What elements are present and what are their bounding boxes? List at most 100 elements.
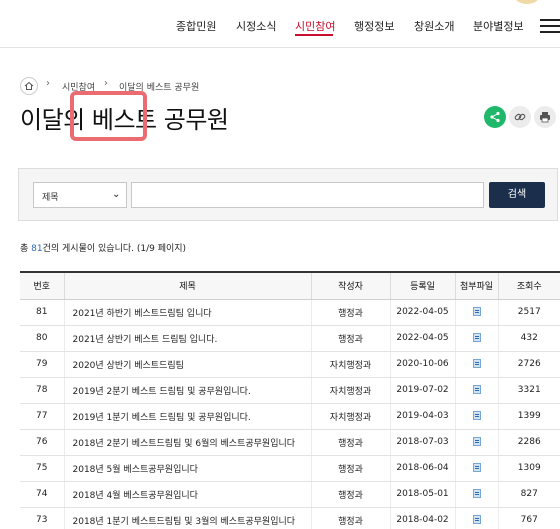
- search-panel: 제목 ⌄ 검색: [18, 168, 558, 221]
- attachment-file-icon[interactable]: [472, 307, 481, 316]
- post-title-link[interactable]: 2018년 2분기 베스트드림팀 및 6월의 베스트공무원입니다: [63, 429, 311, 456]
- row-date: 2020-10-06: [389, 351, 455, 378]
- post-title-link[interactable]: 2019년 2분기 베스트 드림팀 및 공무원입니다.: [63, 377, 311, 404]
- search-field-select[interactable]: 제목 ⌄: [33, 182, 127, 208]
- column-header-writer: 작성자: [310, 271, 390, 300]
- attachment-file-icon[interactable]: [472, 463, 481, 472]
- row-number: 79: [20, 351, 64, 378]
- table-row[interactable]: 78 2019년 2분기 베스트 드림팀 및 공무원입니다. 자치행정과 201…: [20, 377, 560, 404]
- column-header-date: 등록일: [389, 271, 455, 300]
- nav-item-civil-service[interactable]: 종합민원: [176, 18, 216, 34]
- table-row[interactable]: 74 2018년 4월 베스트공무원입니다 행정과 2018-05-01 827: [20, 481, 560, 508]
- row-views: 1309: [497, 455, 560, 482]
- table-row[interactable]: 73 2018년 1분기 베스트드림팀 및 3월의 베스트공무원입니다 행정과 …: [20, 507, 560, 529]
- row-writer: 행정과: [310, 481, 390, 508]
- post-title-link[interactable]: 2021년 하반기 베스트드림팀 입니다: [63, 299, 311, 326]
- breadcrumb-separator-icon: ›: [104, 78, 108, 89]
- row-writer: 행정과: [310, 455, 390, 482]
- attachment-file-icon[interactable]: [472, 359, 481, 368]
- table-row[interactable]: 75 2018년 5월 베스트공무원입니다 행정과 2018-06-04 130…: [20, 455, 560, 482]
- row-number: 77: [20, 403, 64, 430]
- post-title-link[interactable]: 2018년 1분기 베스트드림팀 및 3월의 베스트공무원입니다: [63, 507, 311, 529]
- row-date: 2019-07-02: [389, 377, 455, 404]
- nav-item-city-news[interactable]: 시정소식: [236, 18, 276, 34]
- row-writer: 행정과: [310, 325, 390, 352]
- row-views: 827: [497, 481, 560, 508]
- top-navigation: 종합민원 시정소식 시민참여 행정정보 창원소개 분야별정보: [0, 0, 560, 48]
- attachment-file-icon[interactable]: [472, 385, 481, 394]
- attachment-file-icon[interactable]: [472, 333, 481, 342]
- attachment-cell: [454, 377, 498, 404]
- attachment-cell: [454, 455, 498, 482]
- column-header-number: 번호: [20, 271, 64, 300]
- column-header-views: 조회수: [497, 271, 560, 300]
- row-number: 80: [20, 325, 64, 352]
- row-writer: 자치행정과: [310, 351, 390, 378]
- row-date: 2022-04-05: [389, 299, 455, 326]
- total-count: 81: [31, 244, 43, 254]
- post-title-link[interactable]: 2018년 5월 베스트공무원입니다: [63, 455, 311, 482]
- row-date: 2018-07-03: [389, 429, 455, 456]
- table-row[interactable]: 77 2019년 1분기 베스트 드림팀 및 공무원입니다. 자치행정과 201…: [20, 403, 560, 430]
- post-title-link[interactable]: 2018년 4월 베스트공무원입니다: [63, 481, 311, 508]
- nav-item-field-info[interactable]: 분야별정보: [473, 18, 524, 34]
- table-row[interactable]: 80 2021년 상반기 베스트 드림팀 입니다. 행정과 2022-04-05…: [20, 325, 560, 352]
- column-header-attachment: 첨부파일: [454, 271, 498, 300]
- attachment-file-icon[interactable]: [472, 515, 481, 524]
- row-writer: 행정과: [310, 429, 390, 456]
- row-views: 2726: [497, 351, 560, 378]
- table-header-row: 번호 제목 작성자 등록일 첨부파일 조회수: [20, 271, 560, 300]
- table-row[interactable]: 79 2020년 상반기 베스트드림팀 자치행정과 2020-10-06 272…: [20, 351, 560, 378]
- link-icon[interactable]: [509, 106, 531, 128]
- nav-item-city-intro[interactable]: 창원소개: [414, 18, 454, 34]
- attachment-file-icon[interactable]: [472, 411, 481, 420]
- print-icon[interactable]: [534, 106, 556, 128]
- row-views: 767: [497, 507, 560, 529]
- row-number: 76: [20, 429, 64, 456]
- row-date: 2018-06-04: [389, 455, 455, 482]
- table-row[interactable]: 76 2018년 2분기 베스트드림팀 및 6월의 베스트공무원입니다 행정과 …: [20, 429, 560, 456]
- row-writer: 자치행정과: [310, 377, 390, 404]
- logo-fragment: [514, 0, 540, 4]
- highlight-annotation: [70, 91, 147, 141]
- post-title-link[interactable]: 2019년 1분기 베스트 드림팀 및 공무원입니다.: [63, 403, 311, 430]
- post-title-link[interactable]: 2021년 상반기 베스트 드림팀 입니다.: [63, 325, 311, 352]
- row-number: 73: [20, 507, 64, 529]
- attachment-cell: [454, 481, 498, 508]
- row-date: 2018-04-02: [389, 507, 455, 529]
- attachment-file-icon[interactable]: [472, 489, 481, 498]
- row-number: 81: [20, 299, 64, 326]
- row-date: 2022-04-05: [389, 325, 455, 352]
- attachment-file-icon[interactable]: [472, 437, 481, 446]
- post-title-link[interactable]: 2020년 상반기 베스트드림팀: [63, 351, 311, 378]
- attachment-cell: [454, 403, 498, 430]
- result-summary: 총 81건의 게시물이 있습니다. (1/9 페이지): [20, 241, 186, 254]
- row-date: 2018-05-01: [389, 481, 455, 508]
- row-views: 2517: [497, 299, 560, 326]
- nav-item-citizen-participation[interactable]: 시민참여: [295, 18, 335, 34]
- attachment-cell: [454, 325, 498, 352]
- table-row[interactable]: 81 2021년 하반기 베스트드림팀 입니다 행정과 2022-04-05 2…: [20, 299, 560, 326]
- attachment-cell: [454, 507, 498, 529]
- row-views: 3321: [497, 377, 560, 404]
- summary-prefix: 총: [20, 244, 32, 254]
- search-input[interactable]: [131, 182, 484, 208]
- active-nav-underline: [295, 34, 333, 36]
- menu-icon[interactable]: [540, 19, 560, 33]
- summary-suffix: 건의 게시물이 있습니다. (1/9 페이지): [42, 244, 187, 254]
- row-date: 2019-04-03: [389, 403, 455, 430]
- attachment-cell: [454, 299, 498, 326]
- search-button[interactable]: 검색: [489, 182, 545, 208]
- row-writer: 행정과: [310, 299, 390, 326]
- row-number: 75: [20, 455, 64, 482]
- search-select-value: 제목: [42, 193, 59, 203]
- row-number: 78: [20, 377, 64, 404]
- attachment-cell: [454, 429, 498, 456]
- row-views: 432: [497, 325, 560, 352]
- home-icon[interactable]: [20, 77, 38, 95]
- nav-item-admin-info[interactable]: 행정정보: [354, 18, 394, 34]
- row-views: 1399: [497, 403, 560, 430]
- column-header-title: 제목: [63, 271, 311, 300]
- chevron-down-icon: ⌄: [112, 189, 121, 200]
- share-icon[interactable]: [484, 106, 506, 128]
